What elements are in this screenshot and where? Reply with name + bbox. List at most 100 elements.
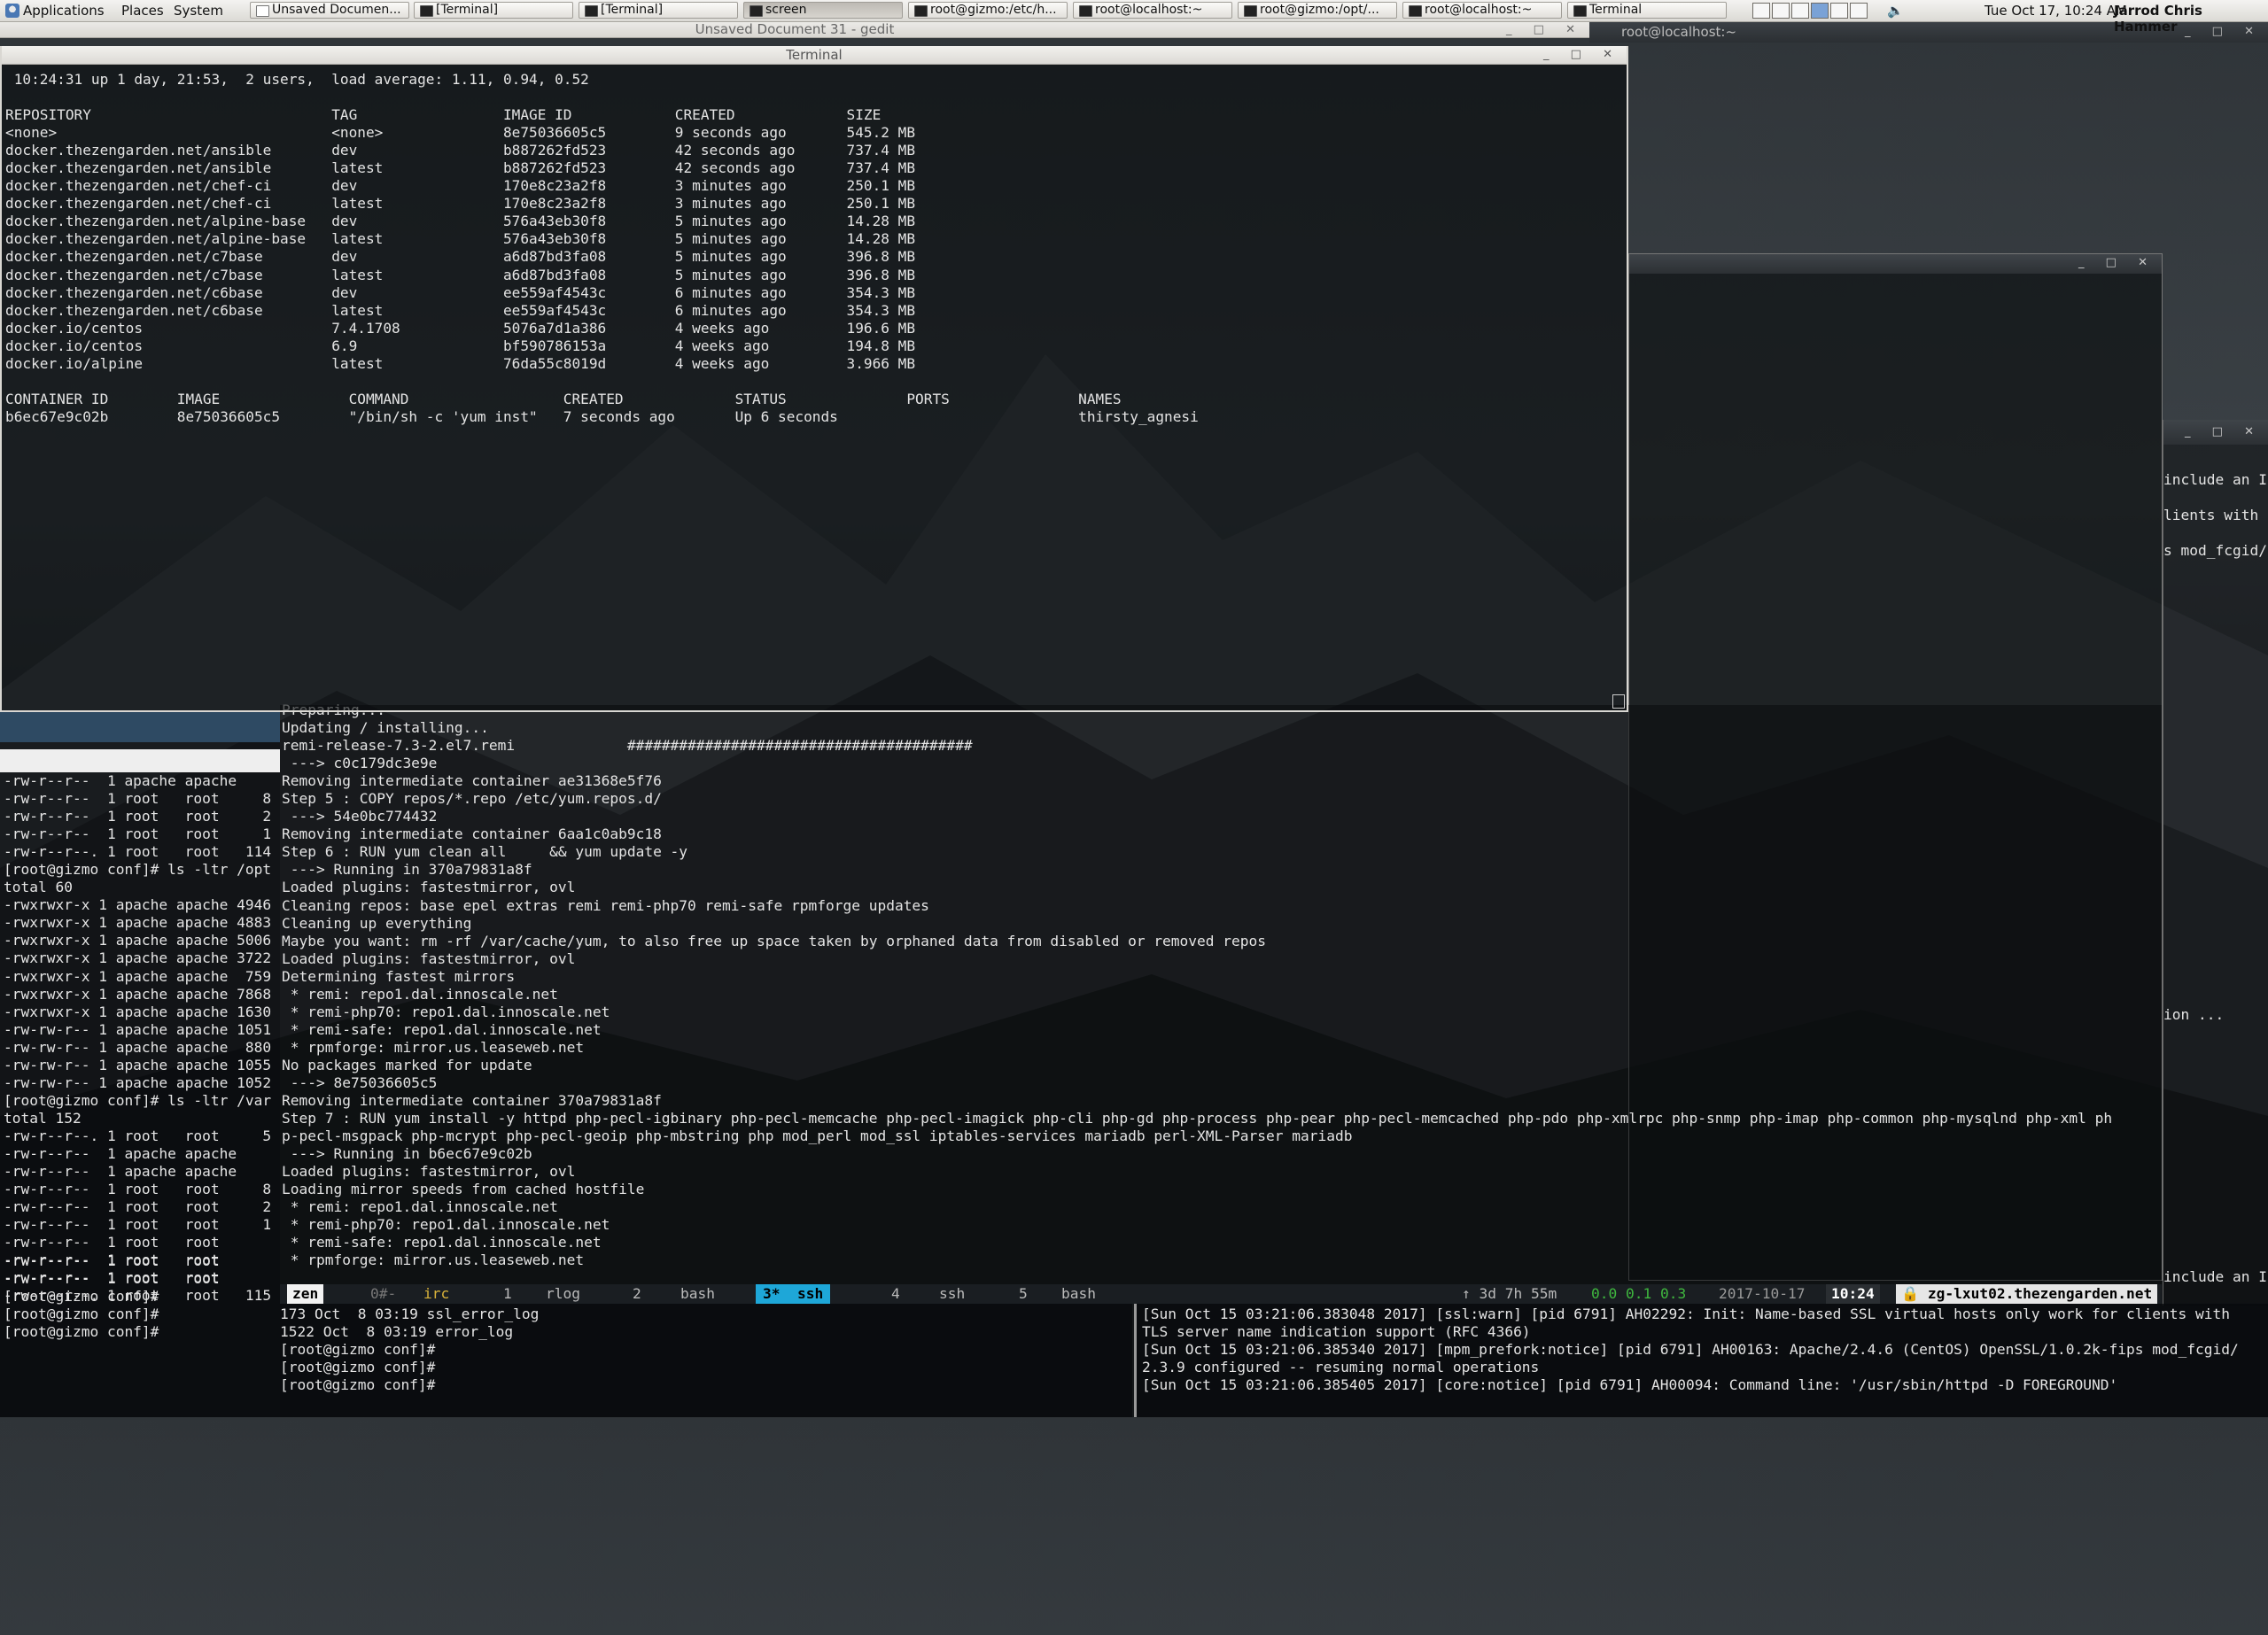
terminal-line: -rw-rw-r-- 1 apache apache 1055 (4, 1056, 272, 1073)
terminal-line: -rw-r--r-- 1 apache apache (4, 1163, 237, 1181)
terminal-line: * remi: repo1.dal.innoscale.net (282, 985, 558, 1003)
lock-icon: 🔒 (1901, 1285, 1920, 1302)
terminal-line: ---> 8e75036605c5 (282, 1073, 438, 1091)
volume-icon[interactable]: 🔈 (1887, 3, 1904, 19)
workspace-5[interactable] (1830, 3, 1848, 19)
document-icon (256, 5, 269, 17)
terminal-line: * remi-php70: repo1.dal.innoscale.net (282, 1216, 610, 1234)
far-right-titlebar[interactable]: _ □ ✕ (2163, 420, 2268, 445)
screen-window-rlog[interactable]: rlog (546, 1284, 580, 1304)
terminal-line: Removing intermediate container ae31368e… (282, 772, 662, 790)
terminal-icon (1244, 5, 1257, 17)
terminal-line: -rw-r--r-- 1 root root 2 (4, 1198, 272, 1216)
root-localhost-title: root@localhost:~ (1621, 24, 1737, 40)
taskbar-item-localhost-2[interactable]: root@localhost:~ (1402, 2, 1562, 19)
terminal-line: Loaded plugins: fastestmirror, ovl (282, 879, 576, 896)
right-terminal-titlebar[interactable]: _ □ ✕ (1629, 254, 2162, 274)
left-terminal-titlebar[interactable] (0, 712, 280, 742)
terminal-line: * remi: repo1.dal.innoscale.net (282, 1198, 558, 1216)
terminal-line: Step 6 : RUN yum clean all && yum update… (282, 843, 688, 861)
terminal-line: -rw-r--r-- 1 root root 1 (4, 825, 272, 843)
taskbar-item-screen[interactable]: screen (743, 2, 903, 19)
image-row: docker.io/centos 6.9 bf590786153a 4 week… (5, 337, 933, 354)
menu-system[interactable]: System (174, 3, 223, 19)
user-name[interactable]: Jarrod Chris Hammer (2114, 3, 2268, 35)
terminal-icon (1079, 5, 1092, 17)
image-row: docker.thezengarden.net/c6base dev ee559… (5, 283, 933, 301)
bottom-middle-terminal[interactable]: 173 Oct 8 03:19 ssl_error_log 1522 Oct 8 … (280, 1304, 1132, 1417)
terminal-line: [root@gizmo conf]# (280, 1341, 436, 1359)
gedit-window-buttons[interactable]: _ □ ✕ (1506, 21, 1584, 39)
taskbar-item-gedit[interactable]: Unsaved Documen... (250, 2, 409, 19)
terminal-line: -rwxrwxr-x 1 apache apache 4946 (4, 896, 272, 914)
applications-icon[interactable] (5, 4, 19, 18)
screen-window-bash-5[interactable]: bash (1061, 1284, 1096, 1304)
terminal-line: Removing intermediate container 6aa1c0ab… (282, 825, 662, 843)
terminal-line: -rwxrwxr-x 1 apache apache 1630 (4, 1003, 272, 1020)
screen-window-bash-2[interactable]: bash (680, 1284, 715, 1304)
taskbar-item-localhost-1[interactable]: root@localhost:~ (1073, 2, 1232, 19)
bottom-right-terminal[interactable]: [Sun Oct 15 03:21:06.383048 2017] [ssl:w… (1134, 1304, 2268, 1417)
taskbar-item-terminal-2[interactable]: [Terminal] (579, 2, 738, 19)
clock[interactable]: Tue Oct 17, 10:24 AM (1984, 3, 2127, 19)
containers-header-row: CONTAINER ID IMAGE COMMAND CREATED STATU… (5, 390, 1250, 407)
terminal-line: 1522 Oct 8 03:19 error_log (280, 1323, 514, 1341)
screen-window-num-2: 2 (633, 1285, 641, 1302)
left-terminal-tabbar[interactable] (0, 749, 280, 772)
main-terminal-window[interactable]: Terminal _ □ ✕ 10:24:31 up 1 day, 21:53,… (0, 46, 1628, 712)
terminal-line: ---> Running in 370a79831a8f (282, 861, 532, 879)
terminal-line: [root@gizmo conf]# (280, 1376, 436, 1394)
terminal-line: -rwxrwxr-x 1 apache apache 4883 (4, 914, 272, 932)
terminal-line: -rwxrwxr-x 1 apache apache 3722 (4, 949, 272, 967)
right-terminal-window-buttons[interactable]: _ □ ✕ (2078, 254, 2156, 272)
workspace-2[interactable] (1772, 3, 1790, 19)
far-right-terminal-window[interactable]: _ □ ✕ include an I lients with s mod_fcg… (2163, 420, 2268, 1306)
terminal-line: [root@gizmo conf]# ls -ltr /opt (4, 861, 272, 879)
image-row: docker.io/alpine latest 76da55c8019d 4 w… (5, 354, 933, 372)
terminal-line: -rwxrwxr-x 1 apache apache 759 (4, 967, 272, 985)
terminal-line: Cleaning repos: base epel extras remi re… (282, 896, 929, 914)
screen-window-irc[interactable]: irc (423, 1284, 449, 1304)
terminal-line: total 152 (4, 1109, 82, 1127)
resize-grip-icon[interactable] (1612, 694, 1625, 709)
main-terminal-titlebar[interactable]: Terminal _ □ ✕ (2, 46, 1627, 65)
terminal-line: * rpmforge: mirror.us.leaseweb.net (282, 1038, 585, 1056)
screen-window-ssh-4[interactable]: ssh (939, 1284, 965, 1304)
terminal-line: Determining fastest mirrors (282, 967, 516, 985)
taskbar-item-gizmo-etc[interactable]: root@gizmo:/etc/h... (908, 2, 1068, 19)
image-row: docker.thezengarden.net/chef-ci dev 170e… (5, 177, 933, 195)
terminal-line: ---> 54e0bc774432 (282, 808, 438, 825)
images-header-row: REPOSITORY TAG IMAGE ID CREATED SIZE (5, 106, 933, 124)
screen-hostname: 🔒 zg-lxut02.thezengarden.net (1896, 1284, 2158, 1304)
terminal-line: -rwxrwxr-x 1 apache apache 5006 (4, 932, 272, 949)
terminal-line: Removing intermediate container 370a7983… (282, 1092, 662, 1110)
terminal-icon (914, 5, 928, 17)
terminal-line: * remi-safe: repo1.dal.innoscale.net (282, 1234, 602, 1251)
screen-window-ssh-active[interactable]: 3* ssh (756, 1284, 831, 1304)
taskbar-item-gizmo-opt[interactable]: root@gizmo:/opt/... (1238, 2, 1397, 19)
terminal-line: include an I (2163, 471, 2267, 488)
screen-terminal-window[interactable]: Preparing...Updating / installing...remi… (280, 701, 2162, 1304)
gedit-titlebar[interactable]: Unsaved Document 31 - gedit _ □ ✕ (0, 21, 1589, 38)
terminal-line: -rw-r--r-- 1 root root (4, 1270, 220, 1288)
workspace-3[interactable] (1791, 3, 1809, 19)
terminal-line: [root@gizmo conf]# ls -ltr /var (4, 1091, 272, 1109)
taskbar-item-terminal-3[interactable]: Terminal (1567, 2, 1727, 19)
menu-places[interactable]: Places (121, 3, 164, 19)
workspace-1[interactable] (1752, 3, 1770, 19)
main-terminal-text: 10:24:31 up 1 day, 21:53, 2 users, load … (5, 71, 1250, 426)
menu-applications[interactable]: Applications (23, 3, 105, 19)
main-terminal-window-buttons[interactable]: _ □ ✕ (1543, 46, 1621, 64)
far-right-terminal-mid-line: ion ... (2163, 1006, 2225, 1023)
far-right-window-buttons[interactable]: _ □ ✕ (2185, 423, 2263, 441)
workspace-6[interactable] (1850, 3, 1868, 19)
terminal-line: [root@gizmo conf]# (4, 1306, 159, 1323)
taskbar-item-terminal-1[interactable]: [Terminal] (414, 2, 573, 19)
image-row: docker.thezengarden.net/ansible dev b887… (5, 142, 933, 159)
screen-session-name: zen (287, 1284, 324, 1304)
terminal-line: * rpmforge: mirror.us.leaseweb.net (282, 1251, 585, 1269)
workspace-4[interactable] (1811, 3, 1829, 19)
